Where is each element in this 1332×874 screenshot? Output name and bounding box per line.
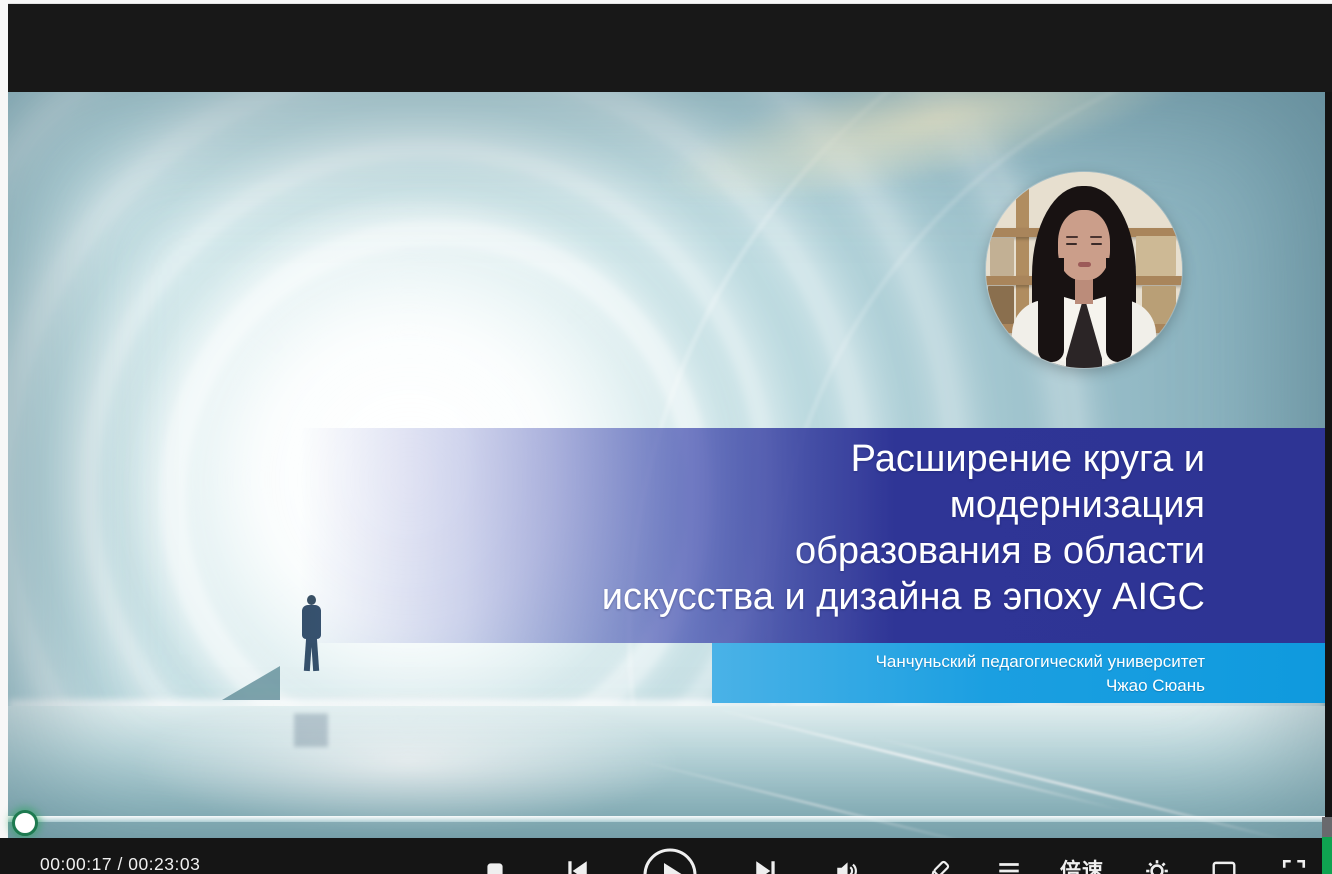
volume-icon [834, 858, 860, 874]
mini-player-icon [1211, 858, 1237, 874]
right-edge-thumb[interactable] [1322, 817, 1332, 837]
slide-subtitle-bar: Чанчуньский педагогический университет Ч… [712, 643, 1325, 703]
accent-strip [1322, 837, 1332, 874]
slide-title: Расширение круга и модернизация образова… [325, 436, 1205, 620]
speed-label: 倍速 [1060, 855, 1104, 874]
subtitle-line-university: Чанчуньский педагогический университет [876, 650, 1205, 674]
title-line-1: Расширение круга и [325, 436, 1205, 482]
slide-subtitle: Чанчуньский педагогический университет Ч… [876, 650, 1205, 698]
player-controls: 00:00:17 / 00:23:03 倍速 [0, 838, 1322, 874]
stop-icon [482, 858, 508, 874]
presenter-face [1058, 210, 1110, 280]
window-left-border [0, 3, 8, 838]
gear-icon [1144, 858, 1170, 874]
speed-button[interactable]: 倍速 [1050, 855, 1114, 874]
annotate-button[interactable] [917, 858, 961, 874]
video-area[interactable]: Расширение круга и модернизация образова… [8, 92, 1325, 838]
previous-button[interactable] [555, 858, 599, 874]
progress-bar[interactable] [8, 816, 1325, 822]
next-button[interactable] [744, 858, 788, 874]
settings-button[interactable] [1135, 858, 1179, 874]
skip-forward-icon [753, 858, 779, 874]
play-icon [642, 847, 698, 874]
playhead-handle[interactable] [12, 810, 38, 836]
title-line-4: искусства и дизайна в эпоху AIGC [325, 574, 1205, 620]
time-display: 00:00:17 / 00:23:03 [40, 854, 200, 874]
subtitle-line-author: Чжао Сюань [876, 674, 1205, 698]
fullscreen-icon [1281, 858, 1307, 874]
pen-icon [926, 858, 952, 874]
right-edge-track [1325, 92, 1332, 818]
title-line-3: образования в области [325, 528, 1205, 574]
mini-player-button[interactable] [1202, 858, 1246, 874]
playlist-button[interactable] [987, 858, 1031, 874]
volume-button[interactable] [825, 858, 869, 874]
stop-button[interactable] [473, 858, 517, 874]
presenter-webcam [986, 172, 1182, 368]
play-button[interactable] [642, 847, 698, 874]
slide-title-band: Расширение круга и модернизация образова… [300, 428, 1325, 643]
fullscreen-button[interactable] [1272, 858, 1316, 874]
skip-back-icon [564, 858, 590, 874]
list-icon [996, 858, 1022, 874]
title-line-2: модернизация [325, 482, 1205, 528]
top-bar [8, 4, 1332, 92]
